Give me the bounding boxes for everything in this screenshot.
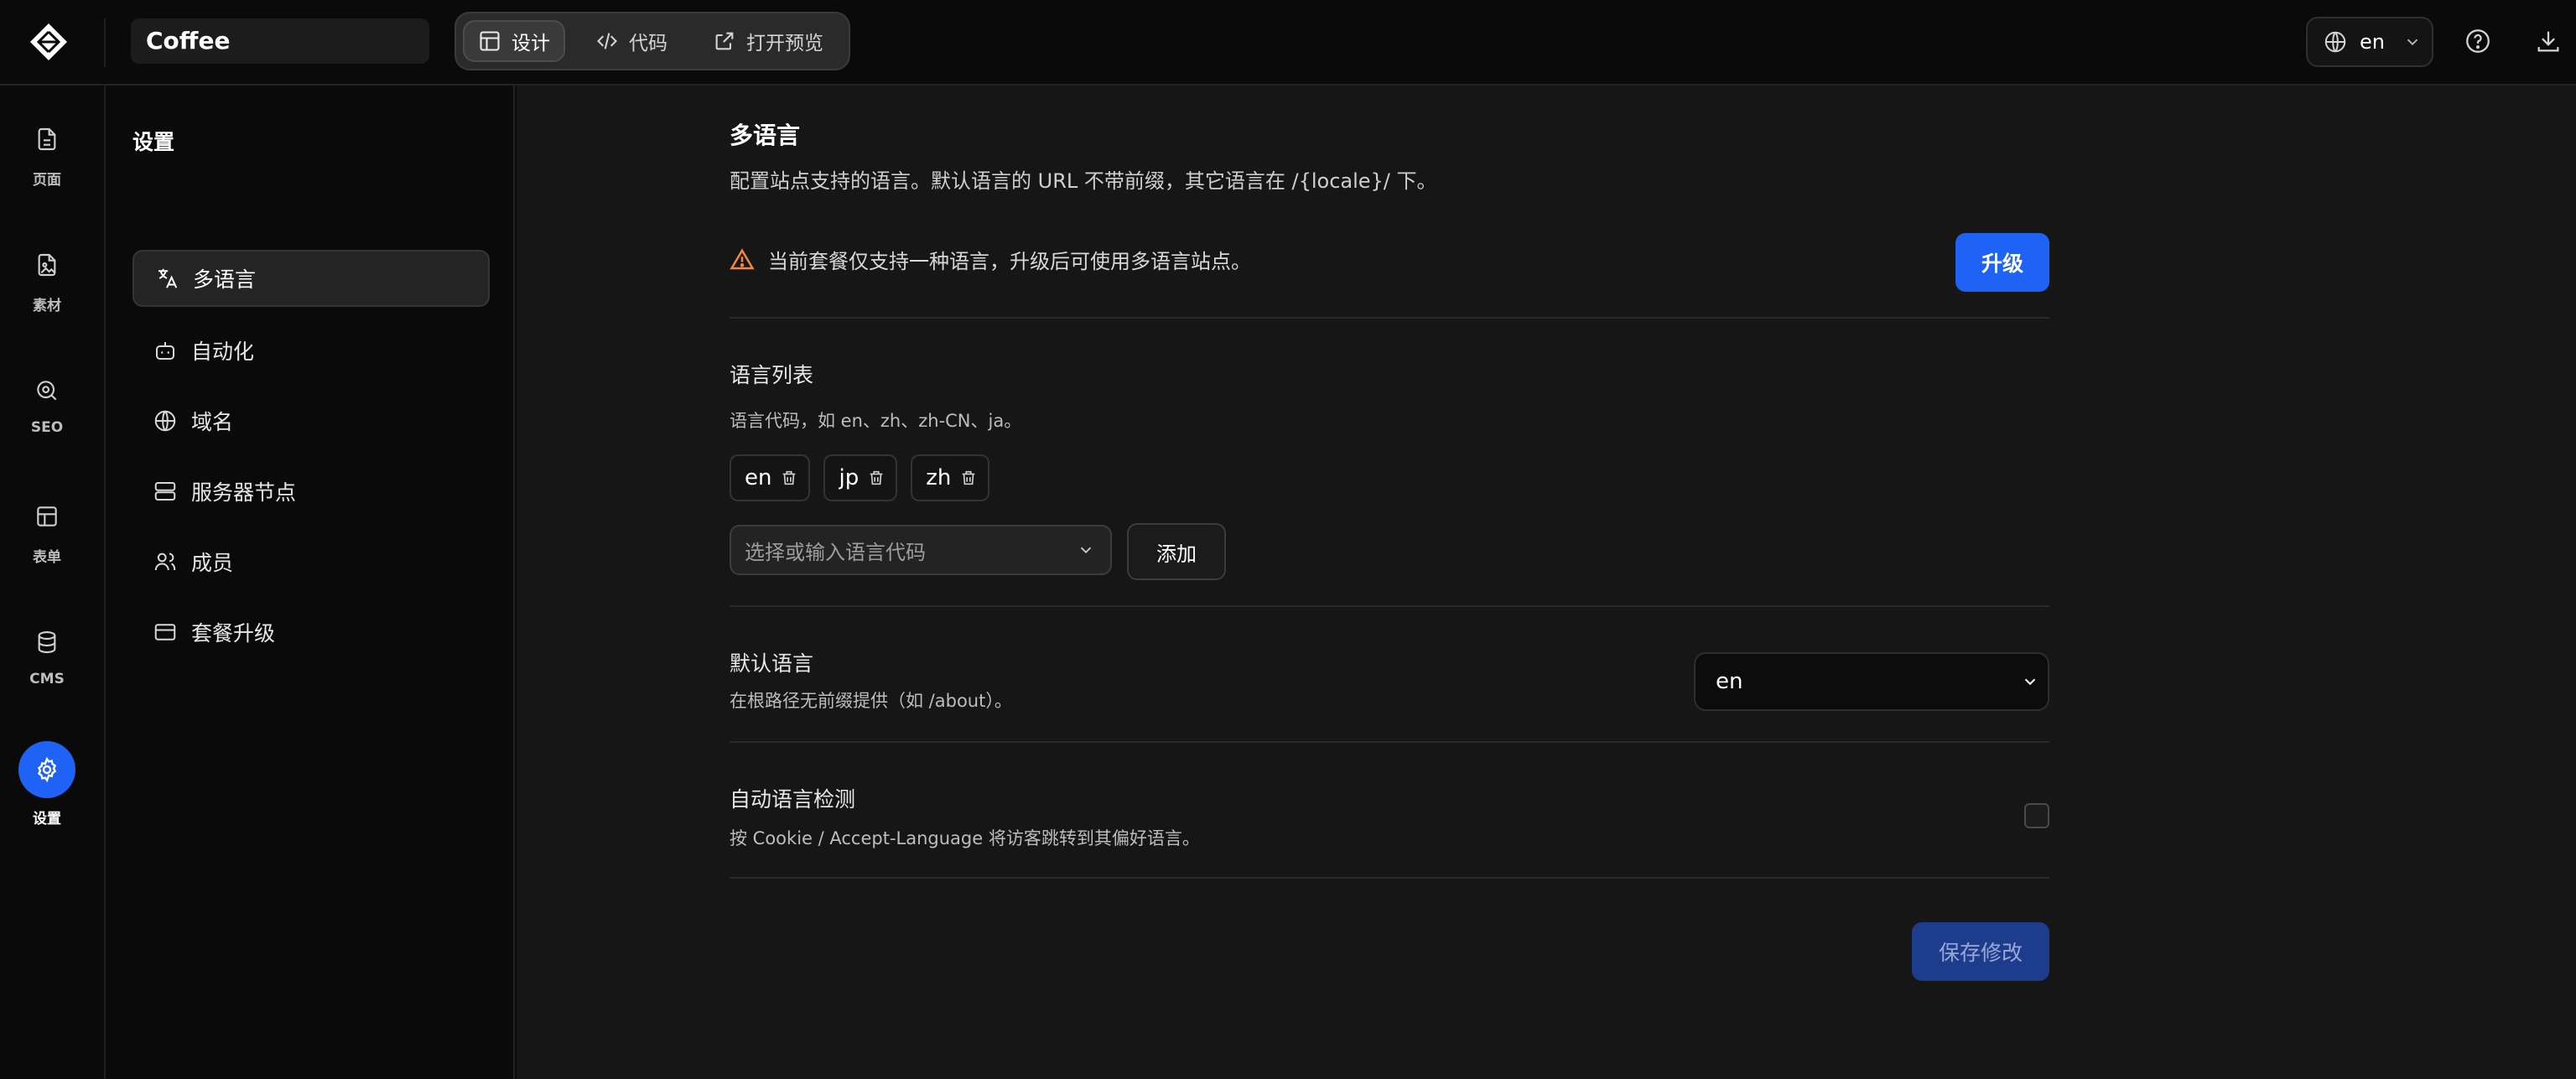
rail-active-bubble [18, 741, 75, 798]
form-icon [37, 506, 57, 527]
top-bar: Coffee 设计 代码 打开预览 en [0, 0, 2576, 86]
divider [730, 741, 2049, 743]
sidebar-item-label: 自动化 [191, 340, 255, 364]
globe-icon [2324, 31, 2346, 53]
divider [730, 317, 2049, 319]
settings-content: 多语言 配置站点支持的语言。默认语言的 URL 不带前缀，其它语言在 /{loc… [730, 86, 2049, 1079]
auto-detect-checkbox[interactable] [2024, 803, 2049, 828]
globe-icon [154, 410, 176, 432]
tab-design[interactable]: 设计 [463, 20, 565, 62]
rail-item-settings[interactable]: 设置 [0, 741, 94, 827]
rail-item-forms[interactable]: 表单 [0, 503, 94, 566]
sidebar-item-members[interactable]: 成员 [132, 533, 490, 590]
tab-code-label: 代码 [629, 33, 667, 54]
language-value: en [2360, 30, 2385, 54]
language-switcher[interactable]: en [2306, 17, 2433, 67]
divider [104, 18, 106, 67]
sidebar-item-automation[interactable]: 自动化 [132, 322, 490, 379]
rail-label: 页面 [33, 172, 61, 189]
sidebar-item-label: 套餐升级 [191, 621, 276, 646]
rail-item-seo[interactable]: SEO [0, 377, 94, 436]
sidebar-item-label: 域名 [191, 410, 234, 434]
left-rail: 页面 素材 SEO 表单 CMS 设置 [0, 86, 106, 1079]
file-icon [38, 127, 56, 151]
language-chip-label: jp [839, 465, 860, 490]
sidebar-item-multilang[interactable]: 多语言 [132, 250, 490, 307]
tab-code[interactable]: 代码 [582, 20, 681, 62]
settings-sidebar: 设置 通用 多语言 自动化 域名 服务器节点 成员 套餐升级 [107, 86, 515, 1079]
bot-icon [156, 342, 174, 360]
chevron-down-icon [2024, 678, 2036, 686]
warning-text: 当前套餐仅支持一种语言，升级后可使用多语言站点。 [768, 250, 1251, 273]
language-list-title: 语言列表 [730, 363, 814, 387]
page-description: 配置站点支持的语言。默认语言的 URL 不带前缀，其它语言在 /{locale}… [730, 169, 1437, 193]
sidebar-item-label: 多语言 [193, 267, 257, 292]
language-chip: jp [823, 454, 898, 501]
trash-icon[interactable] [959, 469, 978, 487]
code-icon [597, 33, 617, 49]
layout-icon [480, 31, 500, 51]
default-language-hint: 在根路径无前缀提供（如 /about）。 [730, 691, 1012, 711]
gear-icon [37, 756, 57, 783]
warning-icon [730, 247, 755, 269]
sidebar-item-label: 成员 [191, 551, 234, 575]
add-language-button[interactable]: 添加 [1127, 523, 1226, 580]
language-chip: zh [911, 454, 990, 501]
rail-label: SEO [30, 419, 64, 436]
language-chip: en [730, 454, 811, 501]
tab-preview[interactable]: 打开预览 [699, 20, 837, 62]
page-title: 多语言 [730, 122, 801, 149]
main-panel: 多语言 配置站点支持的语言。默认语言的 URL 不带前缀，其它语言在 /{loc… [517, 86, 2576, 1079]
project-name[interactable]: Coffee [131, 18, 429, 64]
language-code-combobox[interactable]: 选择或输入语言代码 [730, 525, 1112, 575]
upgrade-button[interactable]: 升级 [1955, 233, 2049, 292]
auto-detect-title: 自动语言检测 [730, 787, 856, 812]
rail-item-pages[interactable]: 页面 [0, 126, 94, 189]
chevron-down-icon [1080, 547, 1092, 554]
save-changes-button[interactable]: 保存修改 [1912, 922, 2049, 981]
divider [730, 605, 2049, 607]
translate-icon [158, 268, 178, 288]
default-language-value: en [1716, 669, 1743, 694]
rail-label: 表单 [33, 549, 61, 566]
users-icon [154, 552, 176, 571]
sidebar-item-servers[interactable]: 服务器节点 [132, 463, 490, 520]
language-chip-label: zh [926, 465, 952, 490]
language-list-hint: 语言代码，如 en、zh、zh-CN、ja。 [730, 411, 1022, 431]
plan-warning: 当前套餐仅支持一种语言，升级后可使用多语言站点。 [730, 245, 1251, 274]
default-language-select[interactable]: en [1694, 652, 2049, 711]
mode-switch: 设计 代码 打开预览 [454, 12, 850, 70]
rail-label: 设置 [33, 811, 61, 827]
help-icon[interactable] [2464, 27, 2492, 55]
language-chips: en jp zh [730, 454, 990, 501]
database-icon [38, 630, 56, 654]
app-logo-icon[interactable] [29, 22, 69, 62]
sidebar-item-domains[interactable]: 域名 [132, 392, 490, 449]
sidebar-item-plan[interactable]: 套餐升级 [132, 604, 490, 661]
rail-label: 素材 [33, 298, 61, 314]
rail-item-assets[interactable]: 素材 [0, 252, 94, 314]
seo-search-icon [37, 381, 57, 401]
tab-preview-label: 打开预览 [746, 33, 823, 54]
image-file-icon [38, 253, 56, 277]
divider [730, 877, 2049, 879]
sidebar-title: 设置 [132, 130, 175, 154]
rail-label: CMS [29, 671, 65, 687]
credit-card-icon [154, 624, 176, 641]
chevron-down-icon [2407, 39, 2418, 46]
external-link-icon [715, 32, 734, 50]
rail-item-cms[interactable]: CMS [0, 629, 94, 687]
download-icon[interactable] [2534, 27, 2563, 55]
sidebar-item-label: 服务器节点 [191, 480, 297, 505]
auto-detect-hint: 按 Cookie / Accept-Language 将访客跳转到其偏好语言。 [730, 828, 1200, 848]
server-icon [154, 482, 176, 501]
trash-icon[interactable] [867, 469, 886, 487]
language-code-placeholder: 选择或输入语言代码 [745, 540, 926, 564]
trash-icon[interactable] [780, 469, 798, 487]
tab-design-label: 设计 [512, 33, 550, 54]
default-language-title: 默认语言 [730, 651, 814, 676]
language-chip-label: en [745, 465, 772, 490]
